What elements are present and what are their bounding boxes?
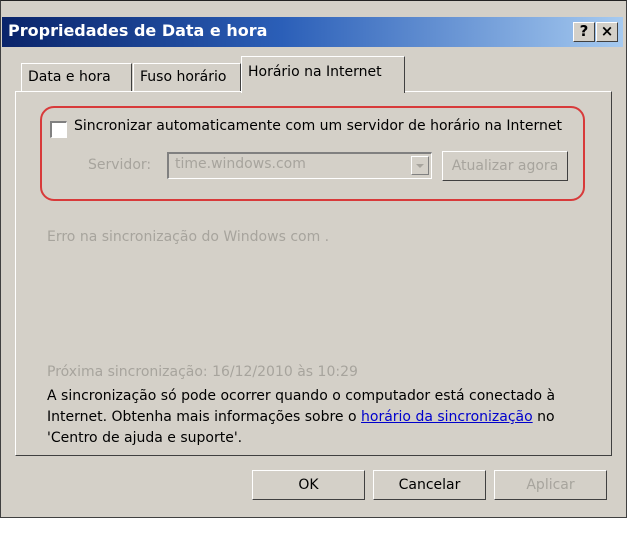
tab-data-e-hora[interactable]: Data e hora xyxy=(21,63,132,91)
cancel-label: Cancelar xyxy=(398,477,461,493)
tab-label: Horário na Internet xyxy=(248,64,382,80)
ok-button[interactable]: OK xyxy=(252,470,365,500)
help-button[interactable]: ? xyxy=(573,22,595,42)
info-line-2-prefix: Internet. Obtenha mais informações sobre… xyxy=(47,409,362,425)
title-bar[interactable]: Propriedades de Data e hora ? × xyxy=(2,17,623,47)
ok-label: OK xyxy=(298,477,319,493)
info-paragraph: A sincronização só pode ocorrer quando o… xyxy=(47,386,555,449)
apply-label: Aplicar xyxy=(526,477,575,493)
next-sync-text: Próxima sincronização: 16/12/2010 às 10:… xyxy=(47,364,358,380)
close-button[interactable]: × xyxy=(596,22,618,42)
help-icon: ? xyxy=(579,22,589,40)
auto-sync-label: Sincronizar automaticamente com um servi… xyxy=(74,118,562,134)
dropdown-button[interactable] xyxy=(411,156,429,175)
tab-fuso-horario[interactable]: Fuso horário xyxy=(133,63,241,91)
tab-label: Fuso horário xyxy=(140,69,227,85)
cancel-button[interactable]: Cancelar xyxy=(373,470,486,500)
server-label: Servidor: xyxy=(88,157,152,173)
auto-sync-checkbox[interactable] xyxy=(50,121,67,138)
info-line-2: Internet. Obtenha mais informações sobre… xyxy=(47,407,555,428)
server-combobox[interactable]: time.windows.com xyxy=(167,152,432,179)
close-icon: × xyxy=(600,22,614,40)
info-line-1: A sincronização só pode ocorrer quando o… xyxy=(47,388,556,404)
info-line-2-suffix: no xyxy=(532,409,555,425)
sync-help-link[interactable]: horário da sincronização xyxy=(361,409,533,425)
update-now-label: Atualizar agora xyxy=(451,158,559,174)
info-line-3: 'Centro de ajuda e suporte'. xyxy=(47,430,243,446)
apply-button[interactable]: Aplicar xyxy=(494,470,607,500)
chevron-down-icon xyxy=(416,164,424,168)
server-value: time.windows.com xyxy=(175,156,306,172)
update-now-button[interactable]: Atualizar agora xyxy=(442,151,568,181)
tab-label: Data e hora xyxy=(28,69,111,85)
tab-horario-na-internet[interactable]: Horário na Internet xyxy=(241,56,405,93)
window-title: Propriedades de Data e hora xyxy=(8,21,268,40)
sync-error-text: Erro na sincronização do Windows com . xyxy=(47,229,330,245)
